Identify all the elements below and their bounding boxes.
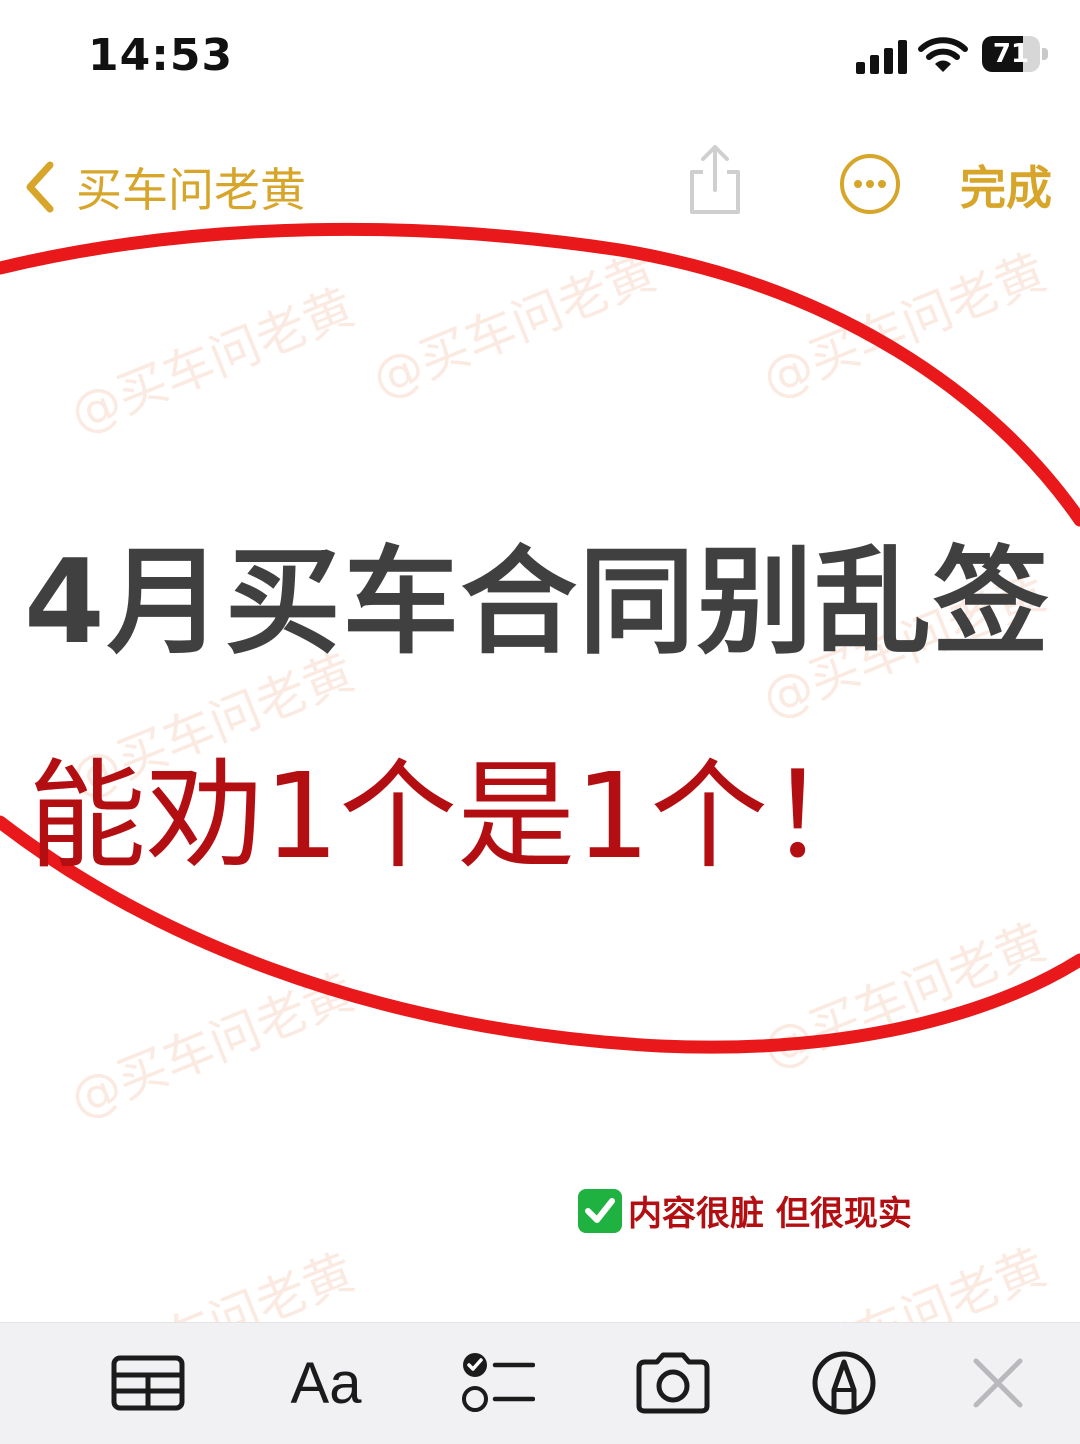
status-time: 14:53	[88, 30, 234, 81]
nav-bar: 买车问老黄 完成	[0, 130, 1080, 240]
back-button[interactable]: 买车问老黄	[22, 152, 306, 222]
table-button[interactable]	[110, 1347, 186, 1419]
close-icon	[973, 1358, 1023, 1408]
back-label: 买车问老黄	[76, 163, 306, 217]
watermark: @买车问老黄	[62, 962, 363, 1129]
footnote-text: 内容很脏 但很现实	[628, 1194, 912, 1234]
note-headline: 4月买车合同别乱签	[24, 535, 1051, 670]
note-subheadline: 能劝1个是1个！	[28, 747, 887, 885]
cellular-signal-icon	[856, 40, 907, 74]
camera-button[interactable]	[634, 1347, 712, 1419]
note-footnote: 内容很脏 但很现实	[578, 1186, 912, 1235]
checklist-button[interactable]	[460, 1347, 536, 1419]
checklist-icon	[462, 1353, 535, 1412]
table-icon	[111, 1355, 185, 1411]
done-button[interactable]: 完成	[960, 152, 1052, 218]
wifi-icon	[918, 37, 968, 72]
format-label: Aa	[290, 1350, 362, 1416]
more-icon[interactable]	[838, 152, 902, 216]
markup-button[interactable]	[810, 1347, 878, 1419]
share-icon[interactable]	[686, 144, 744, 216]
battery-icon: 71	[982, 36, 1052, 74]
battery-percentage: 71	[992, 39, 1030, 69]
close-button[interactable]	[970, 1347, 1026, 1419]
chevron-left-icon	[26, 161, 54, 213]
format-button[interactable]: Aa	[286, 1347, 366, 1419]
bottom-toolbar: Aa	[0, 1322, 1080, 1444]
watermark: @买车问老黄	[754, 242, 1055, 409]
markup-icon	[812, 1351, 876, 1415]
watermark: @买车问老黄	[364, 242, 665, 409]
status-bar: 14:53 71	[0, 0, 1080, 110]
check-mark-icon	[578, 1188, 622, 1233]
camera-icon	[636, 1352, 710, 1414]
watermark: @买车问老黄	[754, 912, 1055, 1079]
watermark: @买车问老黄	[62, 277, 363, 444]
